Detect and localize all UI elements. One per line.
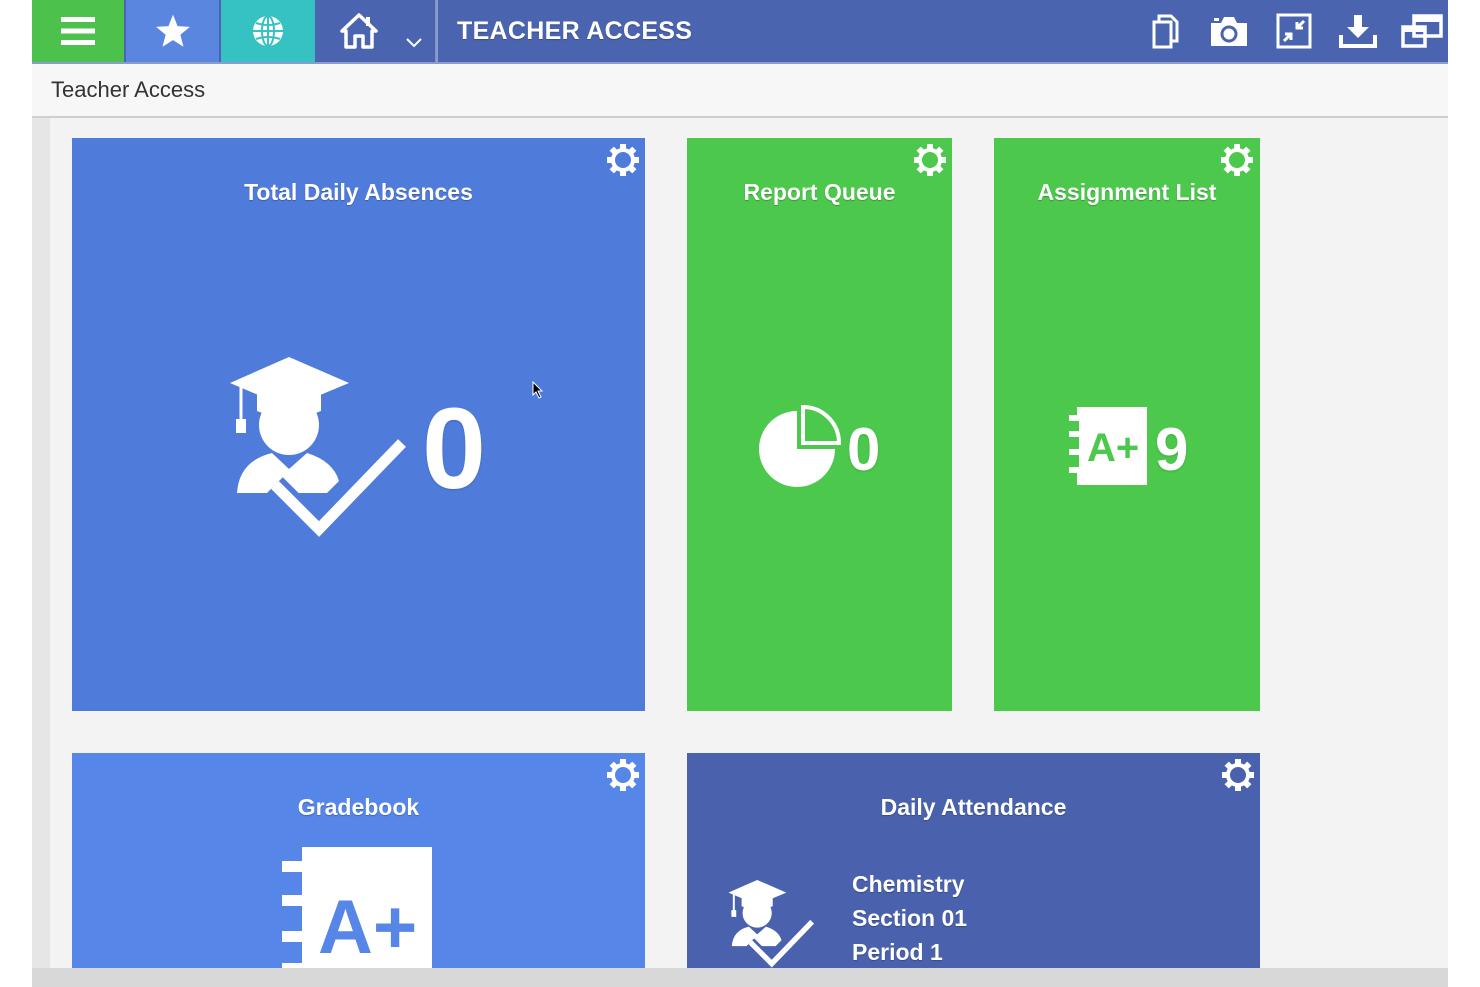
new-window-button[interactable] xyxy=(1394,0,1448,62)
copy-icon xyxy=(1152,14,1179,49)
left-rail xyxy=(32,118,50,968)
bottom-strip xyxy=(32,968,1448,987)
student-check-icon xyxy=(230,357,410,538)
camera-icon xyxy=(1211,17,1247,46)
gear-icon[interactable] xyxy=(605,757,641,793)
breadcrumb-bar: Teacher Access xyxy=(32,64,1448,118)
download-button[interactable] xyxy=(1330,0,1386,62)
divider xyxy=(436,0,438,62)
course-name: Chemistry xyxy=(852,871,965,897)
gear-icon[interactable] xyxy=(605,142,641,178)
tile-title: Report Queue xyxy=(743,179,896,205)
gear-icon[interactable] xyxy=(912,142,948,178)
collapse-button[interactable] xyxy=(1266,0,1322,62)
download-icon xyxy=(1339,15,1377,48)
tile-title: Daily Attendance xyxy=(880,794,1067,820)
copy-button[interactable] xyxy=(1137,0,1193,62)
tile-report-queue[interactable]: Report Queue 0 xyxy=(687,138,952,711)
gear-icon[interactable] xyxy=(1220,757,1256,793)
tile-title: Assignment List xyxy=(1037,179,1217,205)
tile-daily-attendance[interactable]: Daily Attendance Chemistry Section 01 Pe… xyxy=(687,753,1260,968)
assignment-count: 9 xyxy=(1155,416,1189,483)
compress-icon xyxy=(1276,13,1312,49)
absences-count: 0 xyxy=(422,385,486,513)
favorites-button[interactable] xyxy=(126,0,219,62)
report-queue-count: 0 xyxy=(847,416,881,483)
tile-gradebook[interactable]: Gradebook A+ xyxy=(72,753,645,968)
menu-icon xyxy=(61,17,95,45)
grade-label: A+ xyxy=(318,885,417,968)
page-title: TEACHER ACCESS xyxy=(457,17,693,45)
new-window-icon xyxy=(1401,14,1443,48)
top-bar: TEACHER ACCESS xyxy=(32,0,1448,64)
pie-chart-icon xyxy=(759,404,842,487)
tile-title: Gradebook xyxy=(297,794,420,820)
tile-assignment-list[interactable]: Assignment List A+ 9 xyxy=(994,138,1260,711)
gear-icon[interactable] xyxy=(1219,142,1255,178)
globe-button[interactable] xyxy=(221,0,315,62)
app-window: TEACHER ACCESS Teacher Access Total Dail… xyxy=(32,0,1448,987)
globe-icon xyxy=(253,15,283,47)
home-icon xyxy=(340,13,378,49)
screenshot-button[interactable] xyxy=(1201,0,1257,62)
section-label: Section 01 xyxy=(852,905,968,931)
chevron-down-icon[interactable] xyxy=(404,36,424,50)
grade-notebook-icon: A+ xyxy=(1069,407,1147,485)
breadcrumb: Teacher Access xyxy=(51,77,206,102)
tile-total-daily-absences[interactable]: Total Daily Absences 0 xyxy=(72,138,645,711)
home-button[interactable] xyxy=(317,0,436,62)
svg-text:A+: A+ xyxy=(1087,426,1139,470)
period-label: Period 1 xyxy=(852,939,943,965)
grade-notebook-icon: A+ xyxy=(282,847,432,968)
menu-button[interactable] xyxy=(32,0,124,62)
star-icon xyxy=(155,14,190,47)
mouse-cursor-icon xyxy=(532,381,544,399)
tile-title: Total Daily Absences xyxy=(244,179,473,205)
student-check-icon xyxy=(728,879,816,968)
